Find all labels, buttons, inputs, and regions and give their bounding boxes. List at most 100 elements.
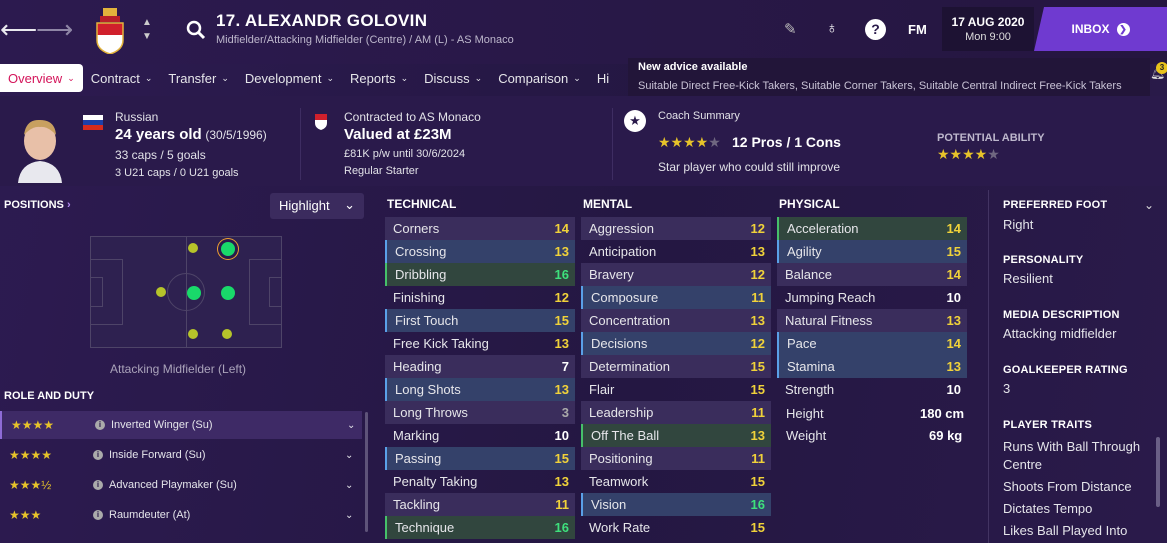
media-description-label: MEDIA DESCRIPTION <box>1003 309 1120 321</box>
attribute-row[interactable]: Flair 15 <box>581 378 771 401</box>
attribute-row[interactable]: Agility 15 <box>777 240 967 263</box>
tab-contract[interactable]: Contract ⌄ <box>83 64 161 92</box>
attribute-name: Leadership <box>589 405 654 420</box>
attribute-value: 13 <box>946 359 961 374</box>
attribute-value: 10 <box>946 382 961 397</box>
attribute-row[interactable]: First Touch 15 <box>385 309 575 332</box>
arrow-left-icon[interactable]: ⟵ <box>0 16 37 42</box>
attribute-row[interactable]: Composure 11 <box>581 286 771 309</box>
tab-development[interactable]: Development ⌄ <box>237 64 342 92</box>
chevron-down-icon[interactable]: ⌄ <box>345 510 353 521</box>
chevron-down-icon[interactable]: ⌄ <box>345 450 353 461</box>
tab-hi[interactable]: Hi <box>589 64 617 92</box>
attribute-row[interactable]: Marking 10 <box>385 424 575 447</box>
attribute-name: Concentration <box>589 313 670 328</box>
attribute-value: 12 <box>750 267 765 282</box>
attribute-row[interactable]: Jumping Reach 10 <box>777 286 967 309</box>
advice-popup[interactable]: New advice available Suitable Direct Fre… <box>628 58 1150 96</box>
weight-label: Weight <box>786 428 827 443</box>
attribute-row[interactable]: Corners 14 <box>385 217 575 240</box>
globe-icon[interactable]: ♁ <box>826 20 838 38</box>
chevron-down-icon: ⌄ <box>326 72 335 83</box>
attribute-name: Balance <box>785 267 832 282</box>
club-crest-small-icon <box>315 114 327 130</box>
attribute-row[interactable]: Finishing 12 <box>385 286 575 309</box>
nationality: Russian <box>115 110 159 124</box>
attribute-row[interactable]: Long Shots 13 <box>385 378 575 401</box>
tab-reports[interactable]: Reports ⌄ <box>342 64 416 92</box>
attribute-row[interactable]: Heading 7 <box>385 355 575 378</box>
role-item[interactable]: ★★★★ i Inverted Winger (Su) ⌄ <box>0 411 362 439</box>
attribute-row[interactable]: Vision 16 <box>581 493 771 516</box>
player-profile-screen: ⟵ ⟶ ▲ ▼ 17. ALEXANDR GOLOVIN Midfielder/A… <box>0 0 1167 543</box>
attribute-row[interactable]: Technique 16 <box>385 516 575 539</box>
attribute-row[interactable]: Bravery 12 <box>581 263 771 286</box>
tab-overview[interactable]: Overview ⌄ <box>0 64 83 92</box>
attribute-value: 10 <box>946 290 961 305</box>
info-icon[interactable]: i <box>95 420 105 430</box>
attribute-row[interactable]: Acceleration 14 <box>777 217 967 240</box>
chevron-down-icon[interactable]: ⌄ <box>345 480 353 491</box>
attribute-row[interactable]: Work Rate 15 <box>581 516 771 539</box>
russia-flag-icon <box>83 115 103 130</box>
attribute-row[interactable]: Aggression 12 <box>581 217 771 240</box>
attribute-row[interactable]: Off The Ball 13 <box>581 424 771 447</box>
info-icon[interactable]: i <box>93 450 103 460</box>
chevron-down-icon: ⌄ <box>474 72 483 83</box>
attribute-name: Long Throws <box>393 405 468 420</box>
role-item[interactable]: ★★★½ i Advanced Playmaker (Su) ⌄ <box>0 471 362 499</box>
attribute-row[interactable]: Tackling 11 <box>385 493 575 516</box>
attribute-row[interactable]: Positioning 11 <box>581 447 771 470</box>
attribute-row[interactable]: Crossing 13 <box>385 240 575 263</box>
pencil-icon[interactable]: ✎ <box>784 20 797 38</box>
attribute-name: Technique <box>395 520 455 535</box>
attribute-name: Stamina <box>787 359 835 374</box>
arrow-right-icon[interactable]: ⟶ <box>36 16 73 42</box>
highlight-dropdown[interactable]: Highlight ⌄ <box>270 193 364 219</box>
fm-menu[interactable]: FM <box>908 22 927 37</box>
attribute-row[interactable]: Anticipation 13 <box>581 240 771 263</box>
date-continue[interactable]: 17 AUG 2020 Mon 9:00 <box>942 7 1034 51</box>
attribute-row[interactable]: Dribbling 16 <box>385 263 575 286</box>
attribute-row[interactable]: Leadership 11 <box>581 401 771 424</box>
attribute-row[interactable]: Concentration 13 <box>581 309 771 332</box>
attribute-row[interactable]: Long Throws 3 <box>385 401 575 424</box>
attribute-name: Dribbling <box>395 267 447 282</box>
current-date: 17 AUG 2020 <box>951 15 1025 29</box>
physical-title: PHYSICAL <box>779 197 840 211</box>
role-item[interactable]: ★★★ i Raumdeuter (At) ⌄ <box>0 501 362 529</box>
squad-status: Regular Starter <box>344 165 419 177</box>
inbox-button[interactable]: INBOX ❯ <box>1034 7 1167 51</box>
club-crest-icon[interactable] <box>94 8 126 54</box>
position-dot-dm <box>156 287 166 297</box>
search-icon[interactable] <box>186 20 206 40</box>
tab-label: Hi <box>596 70 610 86</box>
attribute-row[interactable]: Decisions 12 <box>581 332 771 355</box>
tab-comparison[interactable]: Comparison ⌄ <box>490 64 589 92</box>
attribute-row[interactable]: Pace 14 <box>777 332 967 355</box>
tab-discuss[interactable]: Discuss ⌄ <box>416 64 490 92</box>
tab-transfer[interactable]: Transfer ⌄ <box>160 64 236 92</box>
attribute-row[interactable]: Balance 14 <box>777 263 967 286</box>
attribute-row[interactable]: Penalty Taking 13 <box>385 470 575 493</box>
scrollbar[interactable] <box>1156 437 1160 507</box>
chevron-down-icon[interactable]: ⌄ <box>347 420 355 431</box>
help-icon[interactable]: ? <box>865 19 886 40</box>
attribute-row[interactable]: Stamina 13 <box>777 355 967 378</box>
scrollbar[interactable] <box>365 412 368 532</box>
attribute-row[interactable]: Strength 10 <box>777 378 967 401</box>
attribute-row[interactable]: Teamwork 15 <box>581 470 771 493</box>
attribute-row[interactable]: Free Kick Taking 13 <box>385 332 575 355</box>
attribute-row[interactable]: Determination 15 <box>581 355 771 378</box>
attribute-row[interactable]: Natural Fitness 13 <box>777 309 967 332</box>
attribute-row[interactable]: Passing 15 <box>385 447 575 470</box>
info-icon[interactable]: i <box>93 480 103 490</box>
chevron-down-icon[interactable]: ⌄ <box>1144 198 1154 212</box>
role-item[interactable]: ★★★★ i Inside Forward (Su) ⌄ <box>0 441 362 469</box>
attribute-value: 15 <box>750 359 765 374</box>
attribute-name: Natural Fitness <box>785 313 873 328</box>
position-dot-amr <box>188 243 198 253</box>
positions-title[interactable]: POSITIONS › <box>4 199 71 211</box>
player-switch-icon[interactable]: ▲ ▼ <box>142 16 152 44</box>
info-icon[interactable]: i <box>93 510 103 520</box>
